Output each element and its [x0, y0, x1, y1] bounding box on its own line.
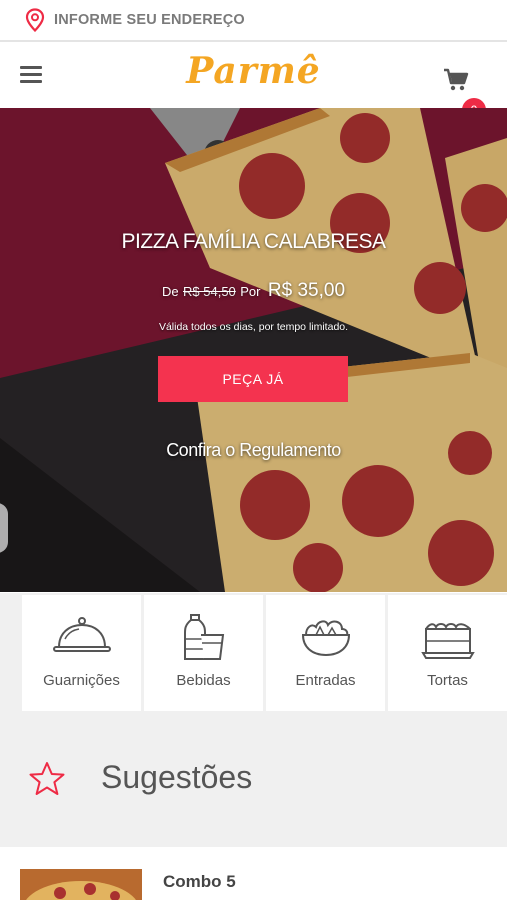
category-entradas[interactable]: Entradas: [266, 595, 385, 711]
category-tortas[interactable]: Tortas: [388, 595, 507, 711]
salad-bowl-icon: [266, 611, 385, 663]
location-pin-icon: [24, 7, 46, 33]
product-name: Combo 5: [163, 872, 236, 891]
banner-content: PIZZA FAMÍLIA CALABRESA De R$ 54,50 Por …: [0, 108, 507, 592]
cloche-icon: [22, 611, 141, 663]
cake-icon: [388, 611, 507, 663]
drinks-icon: [144, 611, 263, 663]
category-label: Entradas: [295, 672, 356, 689]
new-price: R$ 35,00: [267, 280, 346, 301]
address-bar[interactable]: INFORME SEU ENDEREÇO: [0, 0, 507, 42]
promo-title: PIZZA FAMÍLIA CALABRESA: [121, 230, 386, 253]
price-prefix: De: [161, 284, 179, 299]
product-item[interactable]: Combo 5: [0, 847, 507, 900]
regulation-link[interactable]: Confira o Regulamento: [0, 440, 507, 461]
promo-banner[interactable]: PIZZA FAMÍLIA CALABRESA De R$ 54,50 Por …: [0, 108, 507, 592]
old-price: R$ 54,50: [183, 284, 236, 299]
category-label: Tortas: [427, 672, 468, 689]
app-header: Parmê 0: [0, 42, 507, 122]
suggestions-title: Sugestões: [101, 759, 253, 795]
price-mid: Por: [240, 284, 261, 299]
category-label: Bebidas: [176, 672, 231, 689]
product-thumbnail: [20, 869, 142, 900]
star-outline-icon: [28, 761, 66, 802]
category-bebidas[interactable]: Bebidas: [144, 595, 263, 711]
shopping-cart-icon[interactable]: [443, 68, 469, 92]
suggestions-section: Sugestões: [0, 713, 507, 847]
category-strip: Guarnições Bebidas Entradas Tortas: [0, 593, 507, 713]
category-guarnicoes[interactable]: Guarnições: [22, 595, 141, 711]
address-prompt: INFORME SEU ENDEREÇO: [54, 12, 245, 28]
carousel-prev-handle[interactable]: [0, 503, 8, 553]
order-now-button[interactable]: PEÇA JÁ: [158, 356, 348, 402]
promo-validity: Válida todos os dias, por tempo limitado…: [158, 321, 349, 333]
promo-price: De R$ 54,50 Por R$ 35,00: [0, 280, 507, 302]
brand-logo[interactable]: Parmê: [0, 50, 507, 92]
category-label: Guarnições: [43, 672, 120, 689]
